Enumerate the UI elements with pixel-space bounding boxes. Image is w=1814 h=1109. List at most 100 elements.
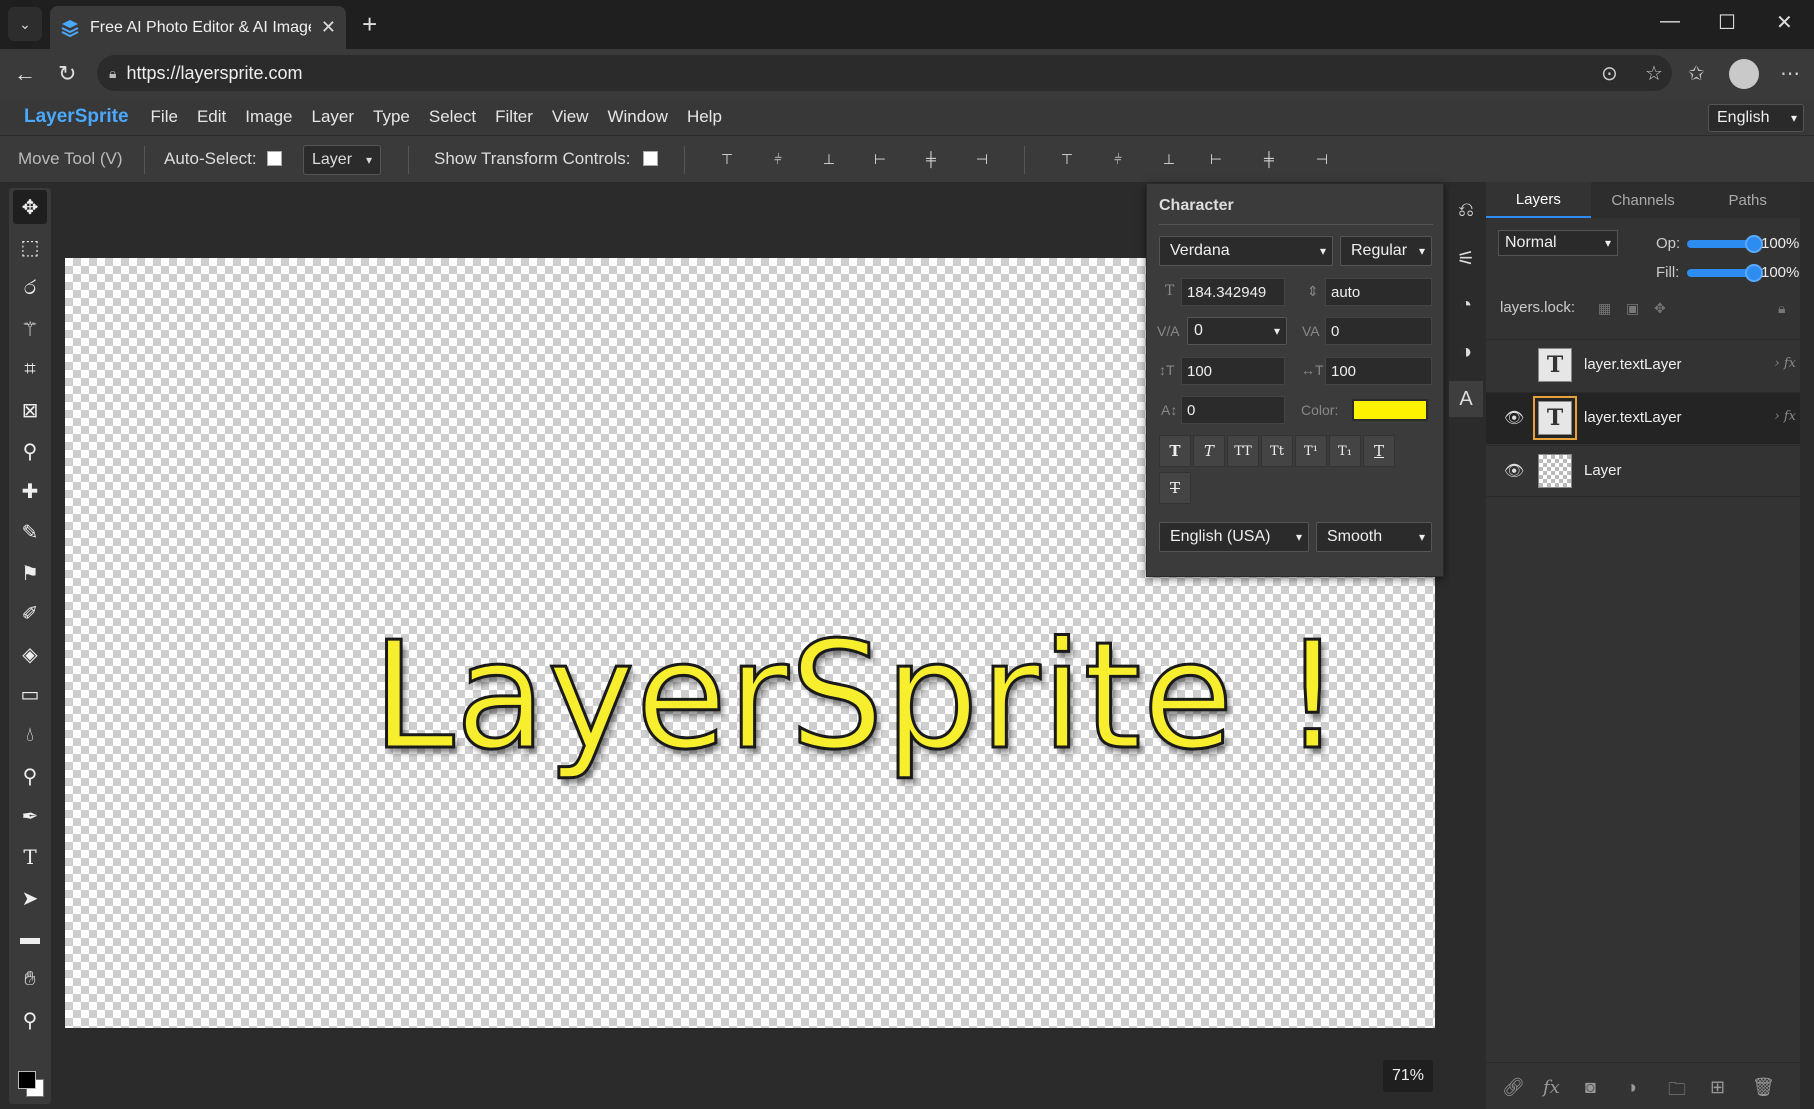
menu-image[interactable]: Image: [245, 107, 292, 127]
history-brush-tool-icon[interactable]: ✐: [13, 596, 47, 630]
reload-icon[interactable]: ↻: [58, 61, 76, 87]
pen-tool-icon[interactable]: ✒: [13, 799, 47, 833]
adjustment-layer-icon[interactable]: ◑: [1626, 1077, 1637, 1098]
subscript-button[interactable]: T₁: [1329, 435, 1361, 467]
eye-visibility-icon[interactable]: 👁︎: [1504, 461, 1524, 481]
move-tool-icon[interactable]: ✥: [13, 190, 47, 224]
color-swatches[interactable]: [18, 1071, 44, 1097]
horizontal-scale-input[interactable]: 100: [1325, 357, 1432, 385]
lock-all-icon[interactable]: 🔒︎: [1778, 300, 1785, 317]
layer-row[interactable]: 👁︎ Layer: [1486, 445, 1800, 497]
url-field[interactable]: 🔒︎ https://layersprite.com: [97, 55, 1672, 91]
tab-actions-button[interactable]: ⌄: [8, 7, 42, 41]
align-bottom-icon[interactable]: ⊥: [818, 148, 840, 170]
auto-select-target-select[interactable]: Layer ▾: [303, 145, 381, 175]
kerning-select[interactable]: 0 ▾: [1187, 317, 1287, 345]
distribute-vcenter-icon[interactable]: ⫩: [1107, 148, 1129, 170]
reader-icon[interactable]: ⊙: [1601, 61, 1618, 86]
new-layer-icon[interactable]: ⊞: [1710, 1077, 1725, 1098]
fill-slider[interactable]: [1687, 264, 1763, 282]
underline-button[interactable]: T: [1363, 435, 1395, 467]
align-vcenter-icon[interactable]: ⫩: [767, 148, 789, 170]
baseline-shift-input[interactable]: 0: [1181, 396, 1285, 424]
brand-logo[interactable]: LayerSprite: [24, 106, 129, 128]
menu-file[interactable]: File: [151, 107, 178, 127]
distribute-hcenter-icon[interactable]: ╪: [1258, 148, 1280, 170]
lock-position-icon[interactable]: ✥: [1654, 300, 1666, 317]
tab-paths[interactable]: Paths: [1695, 182, 1800, 218]
lock-image-icon[interactable]: ▣: [1626, 300, 1639, 317]
brush-tool-icon[interactable]: ✎: [13, 515, 47, 549]
font-size-input[interactable]: 184.342949: [1181, 278, 1285, 306]
layer-name[interactable]: layer.textLayer: [1584, 409, 1682, 426]
eye-visibility-icon[interactable]: 👁︎: [1504, 408, 1524, 428]
hand-tool-icon[interactable]: ✋︎: [13, 962, 47, 996]
align-top-icon[interactable]: ⊤: [716, 148, 738, 170]
layer-name[interactable]: Layer: [1584, 462, 1622, 479]
antialias-select[interactable]: Smooth ▾: [1316, 522, 1432, 552]
add-mask-icon[interactable]: ◙: [1585, 1077, 1596, 1098]
distribute-bottom-icon[interactable]: ⊥: [1158, 148, 1180, 170]
type-tool-icon[interactable]: T: [13, 840, 47, 874]
font-family-select[interactable]: Verdana ▾: [1159, 236, 1333, 266]
layer-effects-icon[interactable]: › fx: [1775, 409, 1796, 424]
align-right-icon[interactable]: ⊣: [971, 148, 993, 170]
marquee-tool-icon[interactable]: ⬚: [13, 230, 47, 264]
menu-edit[interactable]: Edit: [197, 107, 226, 127]
all-caps-button[interactable]: TT: [1227, 435, 1259, 467]
new-tab-icon[interactable]: +: [362, 10, 377, 38]
link-layers-icon[interactable]: 🔗︎: [1502, 1077, 1525, 1098]
new-group-folder-icon[interactable]: 🗀: [1668, 1077, 1686, 1107]
align-left-icon[interactable]: ⊢: [869, 148, 891, 170]
crop-tool-icon[interactable]: ⌗: [13, 352, 47, 386]
strikethrough-button[interactable]: T: [1159, 472, 1191, 504]
language-dictionary-select[interactable]: English (USA) ▾: [1159, 522, 1309, 552]
language-select[interactable]: English ▾: [1708, 104, 1804, 132]
menu-filter[interactable]: Filter: [495, 107, 533, 127]
eyedropper-tool-icon[interactable]: ⚲: [13, 434, 47, 468]
faux-bold-button[interactable]: T: [1159, 435, 1191, 467]
delete-layer-trash-icon[interactable]: 🗑︎: [1752, 1077, 1775, 1098]
align-hcenter-icon[interactable]: ╪: [920, 148, 942, 170]
favorites-icon[interactable]: ✩: [1688, 61, 1705, 86]
menu-window[interactable]: Window: [607, 107, 667, 127]
distribute-left-icon[interactable]: ⊢: [1205, 148, 1227, 170]
distribute-right-icon[interactable]: ⊣: [1311, 148, 1333, 170]
color-palette-panel-icon[interactable]: ◔: [1449, 287, 1483, 323]
menu-help[interactable]: Help: [687, 107, 722, 127]
blend-mode-select[interactable]: Normal ▾: [1498, 230, 1618, 256]
menu-type[interactable]: Type: [373, 107, 410, 127]
frame-tool-icon[interactable]: ⊠: [13, 393, 47, 427]
healing-tool-icon[interactable]: ✚: [13, 474, 47, 508]
layer-row[interactable]: 👁︎ T layer.textLayer › fx: [1486, 392, 1800, 444]
browser-tab-active[interactable]: Free AI Photo Editor & AI Image Editor ✕: [50, 6, 346, 49]
maximize-icon[interactable]: ☐: [1718, 10, 1736, 35]
zoom-tool-icon[interactable]: ⚲: [13, 1003, 47, 1037]
distribute-top-icon[interactable]: ⊤: [1056, 148, 1078, 170]
opacity-slider[interactable]: [1687, 235, 1763, 253]
tab-layers[interactable]: Layers: [1486, 182, 1591, 218]
vertical-scale-input[interactable]: 100: [1181, 357, 1285, 385]
auto-select-checkbox[interactable]: [267, 151, 282, 166]
small-caps-button[interactable]: Tt: [1261, 435, 1293, 467]
menu-view[interactable]: View: [552, 107, 589, 127]
show-transform-checkbox[interactable]: [643, 151, 658, 166]
profile-avatar[interactable]: [1729, 59, 1759, 89]
foreground-color-swatch[interactable]: [18, 1071, 36, 1089]
minimize-icon[interactable]: —: [1660, 10, 1680, 33]
close-tab-icon[interactable]: ✕: [321, 17, 336, 38]
text-color-swatch[interactable]: [1352, 399, 1428, 421]
contrast-panel-icon[interactable]: ◑: [1449, 334, 1483, 370]
zoom-level[interactable]: 71%: [1383, 1060, 1433, 1092]
layer-row[interactable]: T layer.textLayer › fx: [1486, 339, 1800, 391]
lock-transparency-icon[interactable]: ▦: [1598, 300, 1611, 317]
more-options-icon[interactable]: ⋯: [1780, 61, 1800, 86]
add-effect-icon[interactable]: fx: [1543, 1077, 1560, 1098]
eraser-tool-icon[interactable]: ◈: [13, 637, 47, 671]
lasso-tool-icon[interactable]: ර: [13, 271, 47, 305]
stamp-tool-icon[interactable]: ⚑: [13, 556, 47, 590]
path-select-tool-icon[interactable]: ➤: [13, 881, 47, 915]
canvas-text-layer[interactable]: LayerSprite !: [371, 609, 1344, 784]
menu-select[interactable]: Select: [429, 107, 476, 127]
back-arrow-icon[interactable]: ←: [14, 61, 36, 87]
